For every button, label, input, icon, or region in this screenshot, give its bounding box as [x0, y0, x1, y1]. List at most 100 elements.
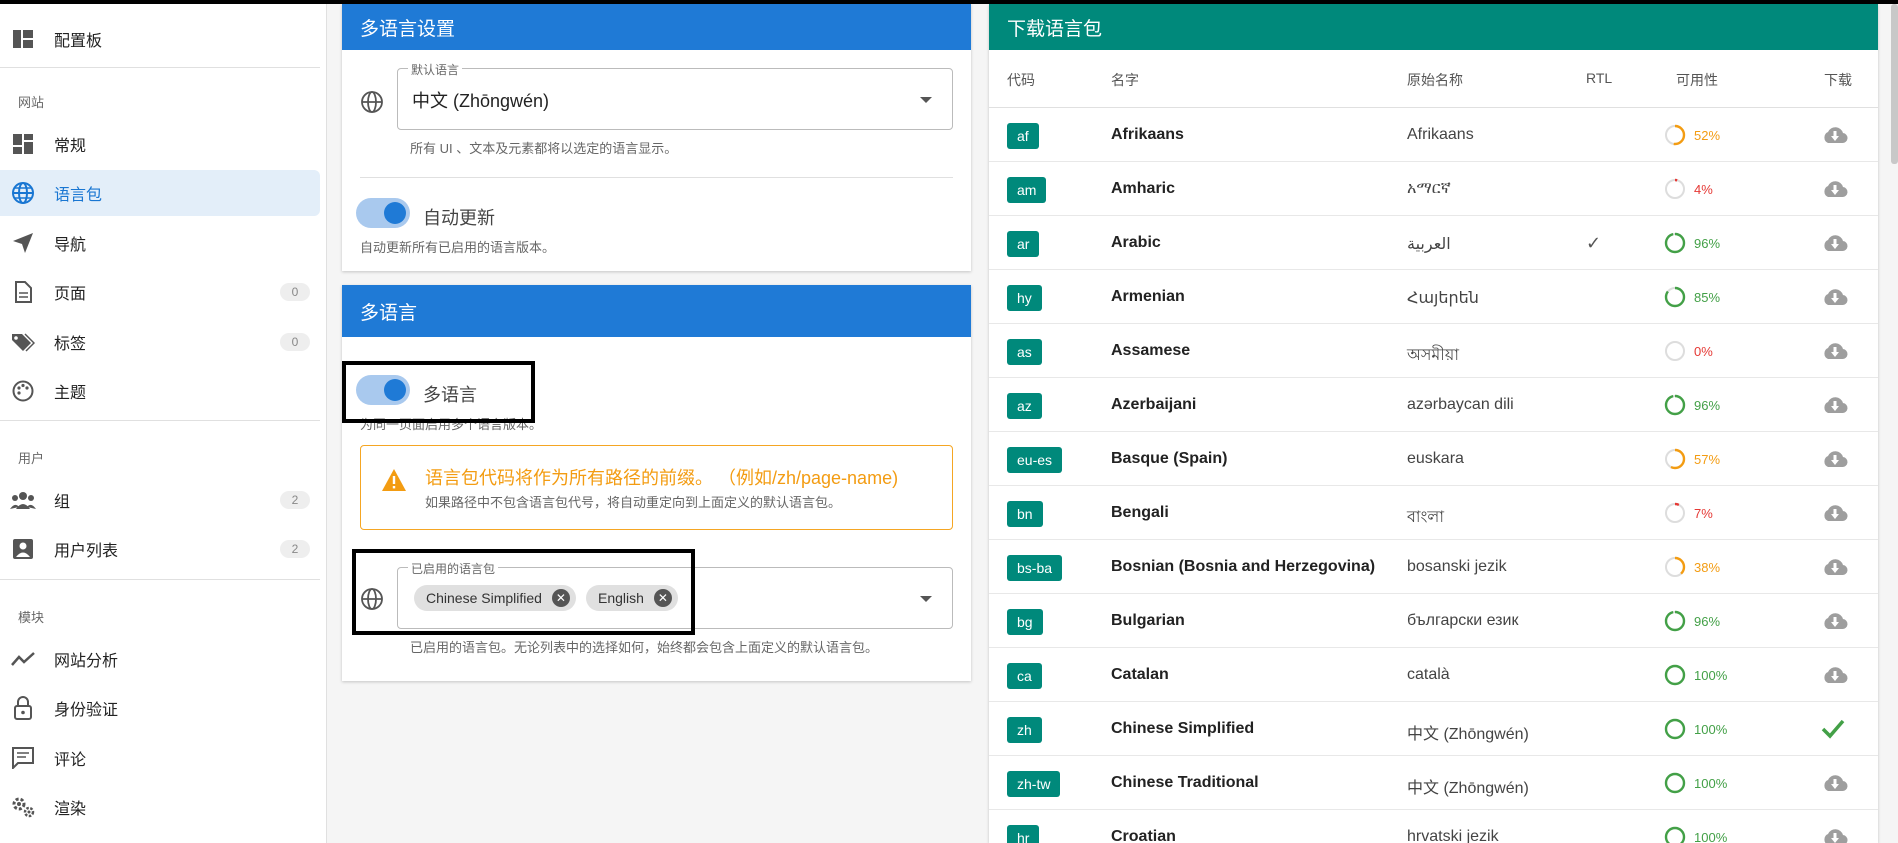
sidebar-item-dashboard[interactable]: 配置板 — [0, 16, 320, 62]
sidebar-item-groups[interactable]: 组 2 — [0, 477, 320, 523]
language-name: Basque (Spain) — [1111, 450, 1228, 467]
auto-update-toggle[interactable] — [356, 198, 410, 228]
table-row: az Azerbaijani azərbaycan dili 96% — [989, 378, 1878, 432]
toggle-hint: 自动更新所有已启用的语言版本。 — [360, 240, 556, 255]
table-row: am Amharic አማርኛ 4% — [989, 162, 1878, 216]
language-code-badge: af — [1007, 123, 1039, 149]
globe-icon — [10, 180, 36, 206]
sidebar-item-label: 组 — [54, 494, 71, 511]
sidebar-item-pages[interactable]: 页面 0 — [0, 269, 320, 315]
download-cell[interactable] — [1821, 394, 1849, 421]
sidebar-item-tags[interactable]: 标签 0 — [0, 319, 320, 365]
section-heading-users: 用户 — [18, 451, 45, 466]
cloud-download-icon[interactable] — [1821, 664, 1849, 686]
language-code-badge: as — [1007, 339, 1042, 365]
cloud-download-icon[interactable] — [1821, 556, 1849, 578]
cloud-download-icon[interactable] — [1821, 448, 1849, 470]
table-row: bg Bulgarian български език 96% — [989, 594, 1878, 648]
sidebar-item-label: 语言包 — [54, 187, 103, 204]
cloud-download-icon[interactable] — [1821, 772, 1849, 794]
divider — [0, 420, 320, 421]
sidebar-item-authentication[interactable]: 身份验证 — [0, 685, 320, 731]
highlight-box — [352, 549, 695, 635]
column-header: 可用性 — [1676, 72, 1718, 88]
chevron-down-icon[interactable] — [920, 97, 932, 103]
native-name: العربية — [1407, 236, 1451, 253]
table-row: hr Croatian hrvatski jezik 100% — [989, 810, 1878, 843]
sidebar-item-label: 标签 — [54, 336, 87, 353]
navigation-icon — [10, 230, 36, 256]
native-name: 中文 (Zhōngwén) — [1407, 780, 1529, 797]
availability: 57% — [1664, 448, 1720, 470]
availability: 85% — [1664, 286, 1720, 308]
cloud-download-icon[interactable] — [1821, 286, 1849, 308]
language-name: Azerbaijani — [1111, 396, 1197, 413]
sidebar-item-rendering[interactable]: 渲染 — [0, 784, 320, 830]
dashboard-icon — [10, 131, 36, 157]
table-row: ca Catalan català 100% — [989, 648, 1878, 702]
sidebar-item-label: 页面 — [54, 286, 87, 303]
alert-title: 语言包代码将作为所有路径的前缀。 （例如/zh/page-name) — [425, 468, 899, 488]
cloud-download-icon[interactable] — [1821, 178, 1849, 200]
table-body: af Afrikaans Afrikaans 52% am Amharic አማርኛ 4% ar… — [989, 108, 1878, 843]
divider — [0, 579, 320, 580]
sidebar-item-comments[interactable]: 评论 — [0, 735, 320, 781]
download-cell[interactable] — [1821, 826, 1849, 843]
sidebar-item-user-list[interactable]: 用户列表 2 — [0, 526, 320, 572]
column-header: 名字 — [1111, 72, 1139, 88]
sidebar-item-themes[interactable]: 主题 — [0, 368, 320, 414]
download-cell[interactable] — [1821, 772, 1849, 799]
download-cell[interactable] — [1821, 610, 1849, 637]
cloud-download-icon[interactable] — [1821, 610, 1849, 632]
scrollbar-thumb[interactable] — [1891, 4, 1898, 164]
download-cell[interactable] — [1821, 556, 1849, 583]
download-cell[interactable] — [1821, 664, 1849, 691]
sidebar-item-general[interactable]: 常规 — [0, 121, 320, 167]
availability-percent: 100% — [1694, 829, 1728, 843]
download-cell[interactable] — [1821, 286, 1849, 313]
download-cell[interactable] — [1821, 718, 1845, 745]
sidebar-item-navigation[interactable]: 导航 — [0, 220, 320, 266]
cloud-download-icon[interactable] — [1821, 340, 1849, 362]
download-cell[interactable] — [1821, 340, 1849, 367]
table-row: as Assamese অসমীয়া 0% — [989, 324, 1878, 378]
sidebar-item-label: 主题 — [54, 385, 87, 402]
availability: 100% — [1664, 826, 1727, 843]
language-name: Croatian — [1111, 828, 1176, 843]
sidebar-item-analytics[interactable]: 网站分析 — [0, 636, 320, 682]
language-code-badge: am — [1007, 177, 1047, 203]
selected-value: 中文 (Zhōngwén) — [412, 91, 550, 111]
cloud-download-icon[interactable] — [1821, 124, 1849, 146]
download-cell[interactable] — [1821, 124, 1849, 151]
download-cell[interactable] — [1821, 178, 1849, 205]
field-hint: 已启用的语言包。无论列表中的选择如何，始终都会包含上面定义的默认语言包。 — [410, 640, 879, 655]
availability-percent: 85% — [1694, 289, 1721, 305]
rtl-check: ✓ — [1586, 233, 1602, 253]
availability: 100% — [1664, 664, 1727, 686]
sidebar-item-label: 渲染 — [54, 801, 87, 818]
table-row: ar Arabic العربية ✓ 96% — [989, 216, 1878, 270]
download-cell[interactable] — [1821, 502, 1849, 529]
download-cell[interactable] — [1821, 448, 1849, 475]
table-row: bn Bengali বাংলা 7% — [989, 486, 1878, 540]
warning-alert: 语言包代码将作为所有路径的前缀。 （例如/zh/page-name) 如果路径中… — [360, 445, 953, 530]
cloud-download-icon[interactable] — [1821, 502, 1849, 524]
native-name: Afrikaans — [1407, 126, 1474, 143]
sidebar-item-label: 用户列表 — [54, 543, 119, 560]
default-language-select[interactable]: 默认语言 中文 (Zhōngwén) — [397, 61, 953, 130]
toggle-label: 自动更新 — [423, 208, 495, 228]
progress-ring — [1664, 826, 1686, 843]
language-code-badge: ca — [1007, 663, 1042, 689]
language-code-badge: hy — [1007, 285, 1042, 311]
download-cell[interactable] — [1821, 232, 1849, 259]
sidebar-item-label: 导航 — [54, 237, 87, 254]
cloud-download-icon[interactable] — [1821, 232, 1849, 254]
availability-percent: 38% — [1694, 559, 1721, 575]
cloud-download-icon[interactable] — [1821, 394, 1849, 416]
progress-ring — [1664, 502, 1686, 524]
chevron-down-icon[interactable] — [920, 596, 932, 602]
language-name: Armenian — [1111, 288, 1185, 305]
progress-ring — [1664, 124, 1686, 146]
cloud-download-icon[interactable] — [1821, 826, 1849, 843]
sidebar-item-language[interactable]: 语言包 — [0, 170, 320, 216]
